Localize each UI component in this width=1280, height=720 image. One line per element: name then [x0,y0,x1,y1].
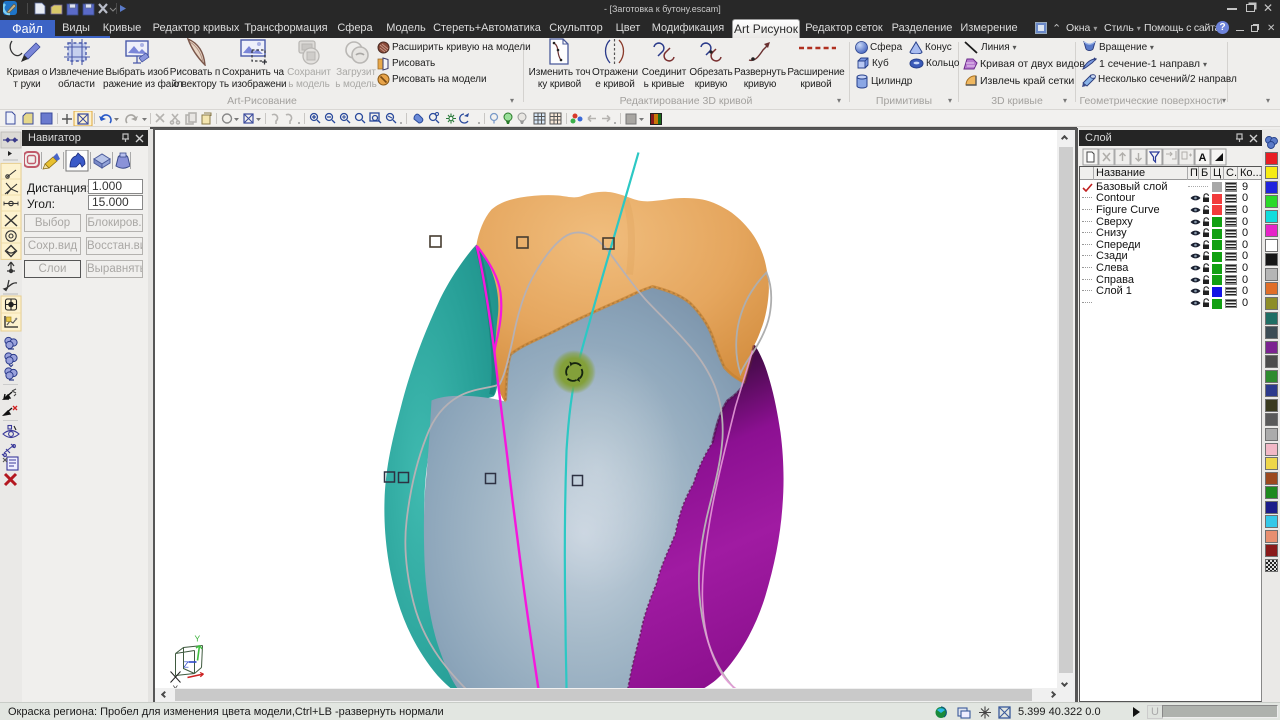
svg-text:A: A [1199,152,1207,164]
svg-text:Y: Y [194,633,200,643]
svg-text:Z: Z [183,659,188,669]
